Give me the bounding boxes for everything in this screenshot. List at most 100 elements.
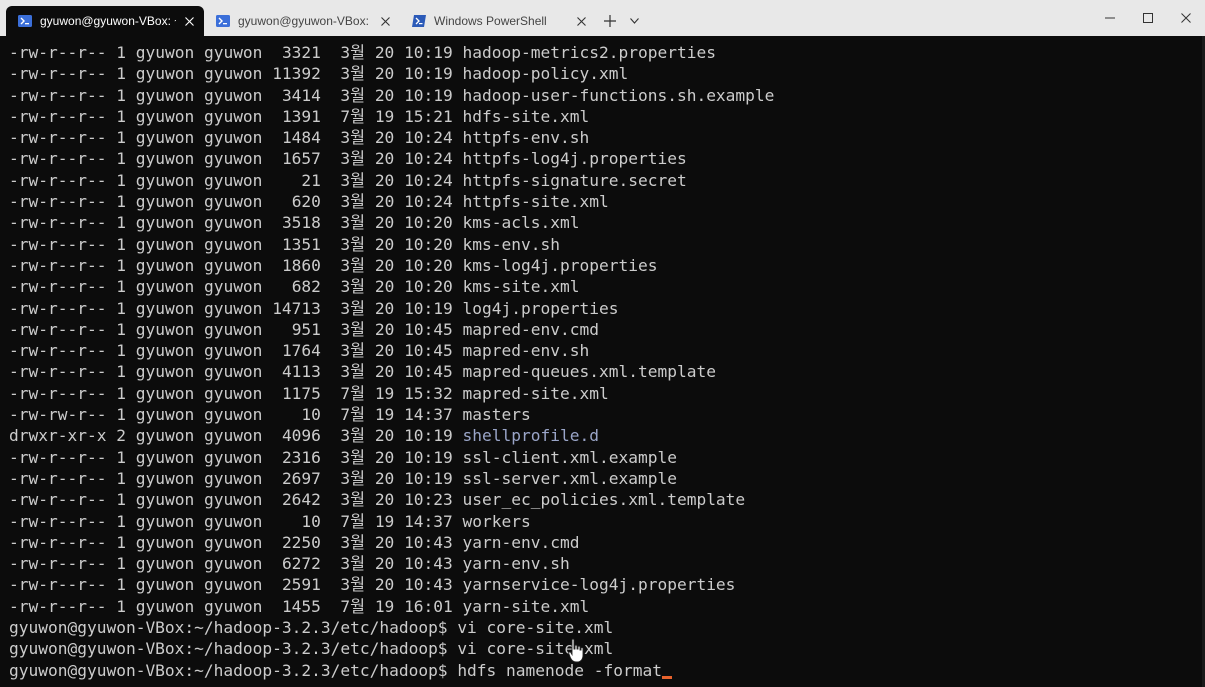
listing-row: -rw-r--r-- 1 gyuwon gyuwon 1657 3월 20 10… bbox=[9, 148, 1203, 169]
listing-row: -rw-r--r-- 1 gyuwon gyuwon 620 3월 20 10:… bbox=[9, 191, 1203, 212]
file-month: 3월 bbox=[340, 341, 366, 361]
file-group: gyuwon bbox=[203, 64, 263, 84]
file-month: 3월 bbox=[340, 192, 366, 212]
file-owner: gyuwon bbox=[135, 468, 195, 488]
link-count: 1 bbox=[116, 213, 126, 233]
maximize-button[interactable] bbox=[1129, 0, 1167, 36]
file-day: 20 bbox=[374, 43, 395, 62]
file-owner: gyuwon bbox=[135, 575, 195, 595]
file-group: gyuwon bbox=[203, 341, 263, 361]
tab-windows-powershell[interactable]: Windows PowerShell bbox=[400, 6, 596, 36]
file-permissions: -rw-r--r-- bbox=[9, 255, 107, 275]
file-owner: gyuwon bbox=[135, 532, 195, 552]
file-owner: gyuwon bbox=[135, 149, 195, 169]
listing-row: -rw-r--r-- 1 gyuwon gyuwon 6272 3월 20 10… bbox=[9, 553, 1203, 574]
tab-ssh-session-1[interactable]: gyuwon@gyuwon-VBox: ~/h bbox=[6, 6, 204, 36]
file-permissions: -rw-r--r-- bbox=[9, 298, 107, 318]
file-owner: gyuwon bbox=[135, 341, 195, 361]
file-month: 3월 bbox=[340, 170, 366, 190]
link-count: 1 bbox=[116, 596, 126, 616]
listing-row: -rw-r--r-- 1 gyuwon gyuwon 11392 3월 20 1… bbox=[9, 63, 1203, 84]
listing-row: -rw-r--r-- 1 gyuwon gyuwon 1455 7월 19 16… bbox=[9, 596, 1203, 617]
file-size: 620 bbox=[291, 192, 321, 212]
prompt-line: gyuwon@gyuwon-VBox:~/hadoop-3.2.3/etc/ha… bbox=[9, 617, 1203, 638]
file-size: 11392 bbox=[272, 64, 321, 84]
file-name: httpfs-env.sh bbox=[462, 128, 590, 148]
file-size: 1764 bbox=[281, 341, 321, 361]
plus-icon bbox=[604, 15, 616, 27]
file-time: 14:37 bbox=[404, 405, 453, 425]
link-count: 1 bbox=[116, 383, 126, 403]
file-permissions: -rw-r--r-- bbox=[9, 192, 107, 212]
tab-label: gyuwon@gyuwon-VBox: ~/h bbox=[40, 14, 176, 28]
file-size: 2250 bbox=[281, 532, 321, 552]
file-time: 10:19 bbox=[404, 85, 453, 105]
minimize-button[interactable] bbox=[1091, 0, 1129, 36]
file-name: yarn-env.cmd bbox=[462, 532, 580, 552]
file-permissions: -rw-r--r-- bbox=[9, 596, 107, 616]
file-size: 3321 bbox=[281, 43, 321, 62]
tab-dropdown-button[interactable] bbox=[624, 6, 644, 36]
terminal-output[interactable]: -rw-r--r-- 1 gyuwon gyuwon 3321 3월 20 10… bbox=[0, 36, 1203, 687]
file-name: kms-env.sh bbox=[462, 234, 561, 254]
file-name: mapred-env.sh bbox=[462, 341, 590, 361]
listing-row: -rw-r--r-- 1 gyuwon gyuwon 2642 3월 20 10… bbox=[9, 489, 1203, 510]
file-name: httpfs-log4j.properties bbox=[462, 149, 687, 169]
link-count: 1 bbox=[116, 511, 126, 531]
file-owner: gyuwon bbox=[135, 255, 195, 275]
file-time: 10:24 bbox=[404, 170, 453, 190]
close-icon[interactable] bbox=[182, 14, 196, 28]
listing-row: -rw-r--r-- 1 gyuwon gyuwon 3414 3월 20 10… bbox=[9, 85, 1203, 106]
file-day: 20 bbox=[374, 490, 395, 510]
file-group: gyuwon bbox=[203, 319, 263, 339]
tab-label: Windows PowerShell bbox=[434, 14, 547, 28]
file-month: 3월 bbox=[340, 298, 366, 318]
file-day: 19 bbox=[374, 511, 395, 531]
close-icon[interactable] bbox=[574, 14, 588, 28]
listing-row: -rw-r--r-- 1 gyuwon gyuwon 1764 3월 20 10… bbox=[9, 340, 1203, 361]
link-count: 1 bbox=[116, 277, 126, 297]
file-permissions: -rw-r--r-- bbox=[9, 43, 107, 62]
close-icon[interactable] bbox=[378, 14, 392, 28]
tab-label: gyuwon@gyuwon-VBox: ~/ha bbox=[238, 14, 372, 28]
file-time: 10:19 bbox=[404, 298, 453, 318]
file-month: 3월 bbox=[340, 43, 366, 62]
file-permissions: -rw-r--r-- bbox=[9, 341, 107, 361]
link-count: 1 bbox=[116, 149, 126, 169]
file-group: gyuwon bbox=[203, 106, 263, 126]
listing-row: -rw-r--r-- 1 gyuwon gyuwon 2250 3월 20 10… bbox=[9, 532, 1203, 553]
file-owner: gyuwon bbox=[135, 554, 195, 574]
close-window-button[interactable] bbox=[1167, 0, 1205, 36]
file-size: 1484 bbox=[281, 128, 321, 148]
tab-ssh-session-2[interactable]: gyuwon@gyuwon-VBox: ~/ha bbox=[204, 6, 400, 36]
listing-row: drwxr-xr-x 2 gyuwon gyuwon 4096 3월 20 10… bbox=[9, 425, 1203, 446]
file-time: 10:19 bbox=[404, 426, 453, 446]
file-time: 16:01 bbox=[404, 596, 453, 616]
file-name: mapred-queues.xml.template bbox=[462, 362, 716, 382]
file-owner: gyuwon bbox=[135, 277, 195, 297]
link-count: 1 bbox=[116, 170, 126, 190]
file-time: 10:24 bbox=[404, 149, 453, 169]
link-count: 1 bbox=[116, 362, 126, 382]
file-permissions: -rw-rw-r-- bbox=[9, 405, 107, 425]
file-size: 10 bbox=[301, 405, 321, 425]
file-time: 10:45 bbox=[404, 362, 453, 382]
file-day: 20 bbox=[374, 255, 395, 275]
new-tab-button[interactable] bbox=[596, 6, 624, 36]
file-size: 3414 bbox=[281, 85, 321, 105]
file-day: 20 bbox=[374, 277, 395, 297]
listing-row: -rw-r--r-- 1 gyuwon gyuwon 1391 7월 19 15… bbox=[9, 106, 1203, 127]
file-time: 10:43 bbox=[404, 532, 453, 552]
linux-terminal-icon bbox=[18, 15, 32, 27]
file-month: 3월 bbox=[340, 575, 366, 595]
file-month: 3월 bbox=[340, 468, 366, 488]
shell-prompt: gyuwon@gyuwon-VBox:~/hadoop-3.2.3/etc/ha… bbox=[9, 639, 448, 659]
listing-row: -rw-rw-r-- 1 gyuwon gyuwon 10 7월 19 14:3… bbox=[9, 404, 1203, 425]
link-count: 1 bbox=[116, 64, 126, 84]
file-name: kms-log4j.properties bbox=[462, 255, 658, 275]
file-time: 14:37 bbox=[404, 511, 453, 531]
file-month: 3월 bbox=[340, 255, 366, 275]
maximize-icon bbox=[1143, 13, 1153, 23]
link-count: 1 bbox=[116, 490, 126, 510]
file-time: 15:21 bbox=[404, 106, 453, 126]
